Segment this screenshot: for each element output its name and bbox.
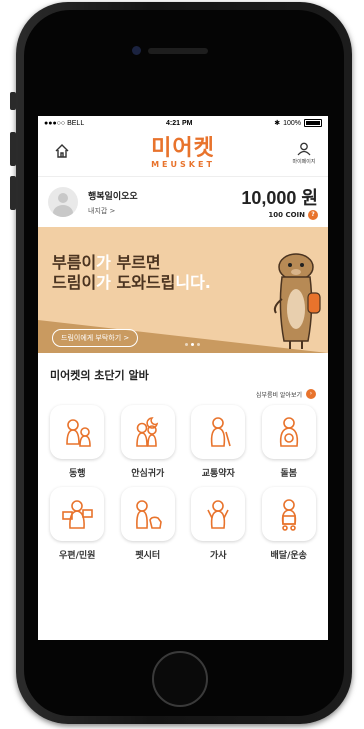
bluetooth-icon: ✱: [274, 120, 281, 127]
service-tile[interactable]: [191, 487, 246, 541]
balance-amount: 10,000 원: [241, 188, 318, 208]
user-name: 행복일이오오: [88, 191, 138, 202]
pet-sitter-icon: [135, 500, 162, 529]
service-item[interactable]: 가사: [183, 487, 254, 561]
companion-icon: [66, 419, 92, 447]
carousel-dot[interactable]: [185, 343, 188, 346]
front-camera: [132, 46, 141, 55]
housework-icon: [207, 500, 229, 529]
mail-icon: [62, 500, 94, 529]
status-bar: ●●●○○ BELL 4:21 PM ✱ 100%: [38, 116, 328, 130]
section-title: 미어켓의 초단기 알바: [50, 369, 149, 382]
carousel-dot[interactable]: [197, 343, 200, 346]
carrier-label: ●●●○○ BELL: [44, 119, 85, 127]
clock: 4:21 PM: [165, 119, 193, 127]
banner-line2-d: 니다.: [175, 273, 211, 292]
banner-line1-a: 부름이: [52, 253, 97, 272]
fee-info-label: 심부름비 알아보기: [255, 391, 302, 399]
service-label: 배달/운송: [270, 551, 307, 561]
user-info: 행복일이오오 내지갑 >: [88, 189, 241, 216]
banner-headline: 부름이가 부르면 드림이가 도와드립니다.: [52, 253, 211, 293]
service-item[interactable]: 동행: [42, 405, 113, 479]
service-label: 동행: [68, 469, 86, 479]
battery-percent: 100%: [283, 119, 301, 127]
service-label: 돌봄: [280, 469, 298, 479]
earpiece-speaker: [148, 48, 208, 54]
service-grid: 동행 안심귀가 교통약자 돌봄우편/민원 펫시터 가사 배달/운송: [38, 399, 328, 561]
banner-line-1: 부름이가 부르면: [52, 253, 211, 273]
app-header: 미어켓 MEUSKET 마이페이지: [38, 130, 328, 176]
fee-info-link[interactable]: 심부름비 알아보기 ›: [38, 389, 328, 399]
meerkat-mascot-illustration: [273, 253, 321, 349]
volume-down-button: [10, 176, 16, 210]
coin-help-icon[interactable]: ?: [308, 210, 318, 220]
coin-row: 100 COIN ?: [241, 210, 318, 220]
service-label: 안심귀가: [131, 469, 165, 479]
service-item[interactable]: 돌봄: [254, 405, 325, 479]
service-item[interactable]: 펫시터: [113, 487, 184, 561]
banner-line2-b: 가: [96, 273, 111, 292]
service-tile[interactable]: [120, 405, 175, 459]
my-wallet-link[interactable]: 내지갑 >: [88, 206, 241, 216]
logo-korean: 미어켓: [151, 135, 215, 161]
service-tile[interactable]: [261, 487, 316, 541]
balance: 10,000 원 100 COIN ?: [241, 184, 318, 220]
banner-line1-b: 가: [96, 253, 111, 272]
coin-amount: 100 COIN: [268, 211, 305, 219]
battery-icon: [304, 119, 322, 127]
care-icon: [279, 417, 298, 447]
app-logo: 미어켓 MEUSKET: [151, 135, 215, 169]
home-icon[interactable]: [50, 143, 74, 163]
volume-up-button: [10, 132, 16, 166]
carousel-dot-active[interactable]: [191, 343, 194, 346]
banner-line1-c: 부르면: [110, 253, 161, 272]
mobility-aid-icon: [211, 417, 232, 447]
banner-line-2: 드림이가 도와드립니다.: [52, 273, 211, 293]
request-dreamer-button[interactable]: 드림이에게 부탁하기 >: [52, 329, 139, 347]
service-item[interactable]: 교통약자: [183, 405, 254, 479]
service-item[interactable]: 우편/민원: [42, 487, 113, 561]
service-label: 가사: [209, 551, 227, 561]
safe-home-icon: [135, 417, 158, 447]
home-button[interactable]: [152, 651, 208, 707]
arrow-right-icon: ›: [306, 389, 316, 399]
my-page-button[interactable]: 마이페이지: [292, 141, 316, 165]
service-label: 교통약자: [201, 469, 235, 479]
service-tile[interactable]: [50, 405, 105, 459]
service-tile[interactable]: [261, 405, 316, 459]
carousel-dots[interactable]: [185, 343, 200, 346]
service-item[interactable]: 배달/운송: [254, 487, 325, 561]
battery-area: ✱ 100%: [274, 119, 322, 127]
avatar[interactable]: [48, 187, 78, 217]
delivery-icon: [281, 499, 296, 531]
banner-line2-a: 드림이: [52, 273, 97, 292]
service-label: 우편/민원: [59, 551, 96, 561]
service-tile[interactable]: [191, 405, 246, 459]
promo-banner[interactable]: 부름이가 부르면 드림이가 도와드립니다. 드림이에게 부탁하기 >: [38, 227, 328, 353]
mute-switch: [10, 92, 16, 110]
service-label: 펫시터: [135, 551, 161, 561]
logo-english: MEUSKET: [151, 159, 215, 169]
person-icon: [297, 142, 311, 156]
service-tile[interactable]: [120, 487, 175, 541]
service-tile[interactable]: [50, 487, 105, 541]
service-item[interactable]: 안심귀가: [113, 405, 184, 479]
banner-line2-c: 도와드립: [110, 273, 176, 292]
wallet-bar: 행복일이오오 내지갑 > 10,000 원 100 COIN ?: [38, 176, 328, 227]
app-screen: ●●●○○ BELL 4:21 PM ✱ 100% 미어켓 MEUSKET 마이…: [38, 116, 328, 640]
my-page-label: 마이페이지: [292, 159, 316, 165]
